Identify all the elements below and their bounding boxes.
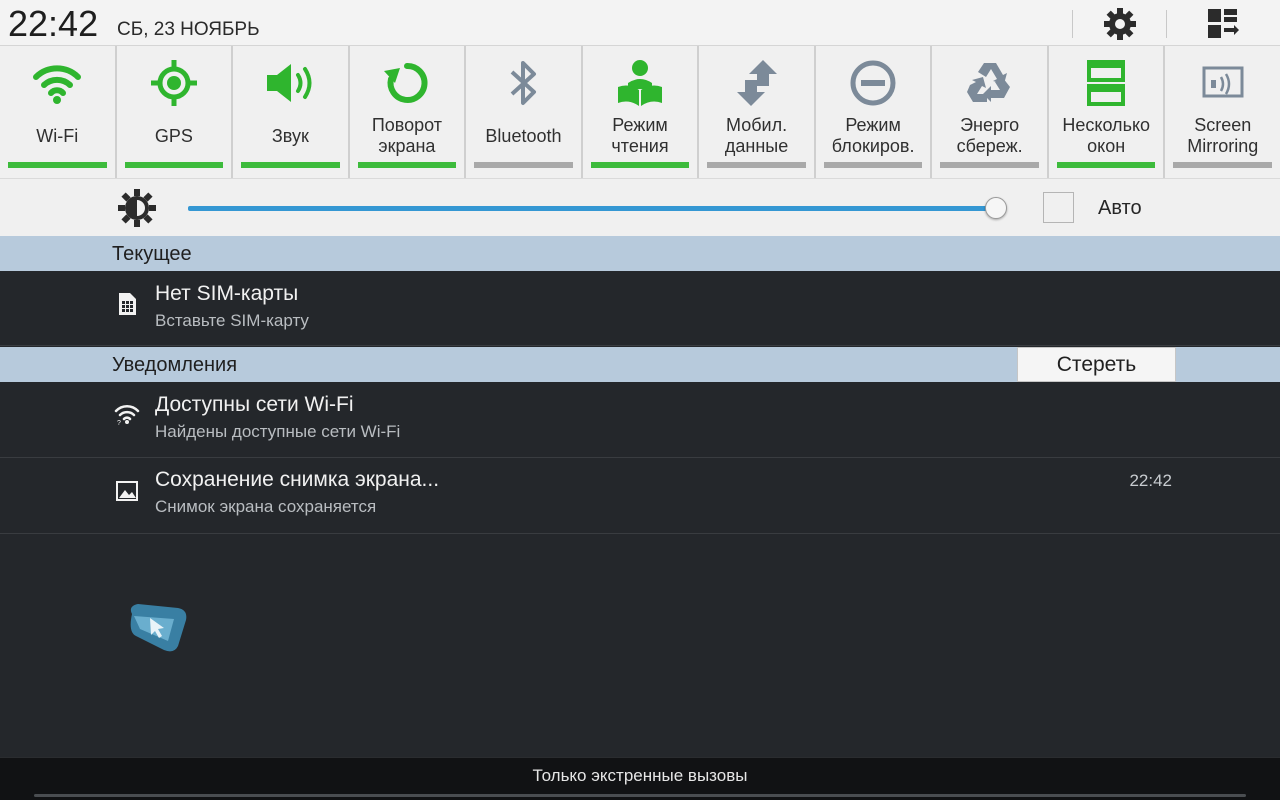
- wifi-icon: [33, 65, 82, 104]
- notification-no-sim[interactable]: Нет SIM-карты Вставьте SIM-карту: [0, 271, 1280, 346]
- section-title: Текущее: [112, 243, 192, 265]
- divider: [1072, 10, 1073, 38]
- rotate-icon: [383, 62, 428, 103]
- ongoing-section-header: Текущее: [0, 236, 1280, 271]
- toggle-label: Bluetooth: [485, 125, 562, 146]
- section-title: Уведомления: [112, 354, 238, 376]
- toggle-indicator: [1056, 162, 1156, 168]
- quick-settings-panel: Wi-Fi GPS Звук Поворот экрана Bluetooth …: [0, 46, 1280, 178]
- toggle-indicator: [590, 162, 690, 168]
- toggle-reading-mode[interactable]: Режим чтения: [583, 46, 700, 178]
- toggle-indicator: [357, 162, 457, 168]
- brightness-slider-thumb[interactable]: [985, 197, 1007, 219]
- toggle-block-mode[interactable]: Режим блокиров.: [816, 46, 933, 178]
- notification-subtitle: Найдены доступные сети Wi-Fi: [155, 422, 401, 441]
- brightness-icon: [118, 189, 156, 227]
- toggle-label: Мобил. данные: [724, 115, 789, 156]
- toggle-screen-mirroring[interactable]: Screen Mirroring: [1165, 46, 1280, 178]
- emergency-calls-bar: Только экстренные вызовы: [0, 757, 1280, 800]
- clock: 22:42: [8, 3, 99, 44]
- block-mode-icon: [850, 60, 896, 106]
- toggle-bluetooth[interactable]: Bluetooth: [466, 46, 583, 178]
- brightness-slider-track[interactable]: [188, 206, 1000, 211]
- edit-toggles-button[interactable]: [1203, 4, 1243, 44]
- toggle-label: Wi-Fi: [36, 125, 79, 146]
- notification-wifi-available[interactable]: ? Доступны сети Wi-Fi Найдены доступные …: [0, 382, 1280, 458]
- settings-button[interactable]: [1100, 4, 1140, 44]
- date: СБ, 23 НОЯБРЬ: [117, 19, 260, 40]
- toggle-label: Звук: [271, 125, 309, 146]
- toggle-label: GPS: [154, 125, 193, 146]
- toggle-multi-window[interactable]: Несколько окон: [1049, 46, 1166, 178]
- toggle-indicator: [474, 162, 573, 168]
- clear-notifications-button[interactable]: Стереть: [1017, 347, 1176, 382]
- toggle-indicator: [241, 162, 340, 168]
- gear-icon: [1104, 8, 1136, 40]
- gps-icon: [150, 60, 197, 106]
- auto-brightness-label: Авто: [1098, 197, 1142, 219]
- toggle-label: Энерго сбереж.: [956, 115, 1023, 156]
- panel-drag-handle[interactable]: [34, 794, 1246, 797]
- wifi-notification-icon: ?: [114, 404, 140, 425]
- mobile-data-icon: [736, 60, 777, 106]
- multi-window-icon: [1087, 60, 1126, 106]
- notification-screenshot[interactable]: Сохранение снимка экрана... Снимок экран…: [0, 458, 1280, 534]
- auto-brightness-checkbox[interactable]: [1043, 192, 1074, 223]
- notification-title: Доступны сети Wi-Fi: [155, 393, 354, 416]
- notification-subtitle: Вставьте SIM-карту: [155, 311, 309, 330]
- toggle-power-saving[interactable]: Энерго сбереж.: [932, 46, 1049, 178]
- toggle-wifi[interactable]: Wi-Fi: [0, 46, 117, 178]
- notifications-section-header: Уведомления Стереть: [0, 347, 1280, 382]
- power-saving-icon: [966, 63, 1010, 102]
- toggle-indicator: [940, 162, 1039, 168]
- divider: [1166, 10, 1167, 38]
- notification-time: 22:42: [1129, 471, 1172, 490]
- svg-text:?: ?: [117, 420, 121, 425]
- toggle-indicator: [823, 162, 923, 168]
- toggle-indicator: [124, 162, 224, 168]
- toggle-indicator: [8, 162, 107, 168]
- emergency-calls-text: Только экстренные вызовы: [532, 766, 748, 785]
- brightness-row: Авто: [0, 178, 1280, 236]
- sound-icon: [267, 64, 312, 102]
- image-icon: [116, 481, 138, 501]
- toggle-indicator: [1173, 162, 1273, 168]
- screen-mirroring-icon: [1202, 66, 1244, 98]
- status-header: 22:42 СБ, 23 НОЯБРЬ: [0, 0, 1280, 46]
- watermark-logo: [130, 604, 187, 652]
- bluetooth-icon: [511, 61, 537, 105]
- toggle-sound[interactable]: Звук: [233, 46, 350, 178]
- toggle-mobile-data[interactable]: Мобил. данные: [699, 46, 816, 178]
- toggle-label: Режим блокиров.: [831, 115, 915, 156]
- toggle-label: Screen Mirroring: [1187, 115, 1259, 156]
- notification-title: Нет SIM-карты: [155, 282, 299, 305]
- toggle-label: Режим чтения: [611, 115, 669, 156]
- grid-edit-icon: [1208, 9, 1239, 38]
- toggle-indicator: [707, 162, 806, 168]
- toggle-rotate[interactable]: Поворот экрана: [350, 46, 467, 178]
- toggle-label: Поворот экрана: [371, 115, 443, 156]
- toggle-label: Несколько окон: [1062, 115, 1151, 156]
- reading-mode-icon: [618, 60, 662, 106]
- toggle-gps[interactable]: GPS: [117, 46, 234, 178]
- notification-title: Сохранение снимка экрана...: [155, 468, 440, 491]
- notification-subtitle: Снимок экрана сохраняется: [155, 497, 377, 516]
- sim-card-icon: [119, 293, 136, 315]
